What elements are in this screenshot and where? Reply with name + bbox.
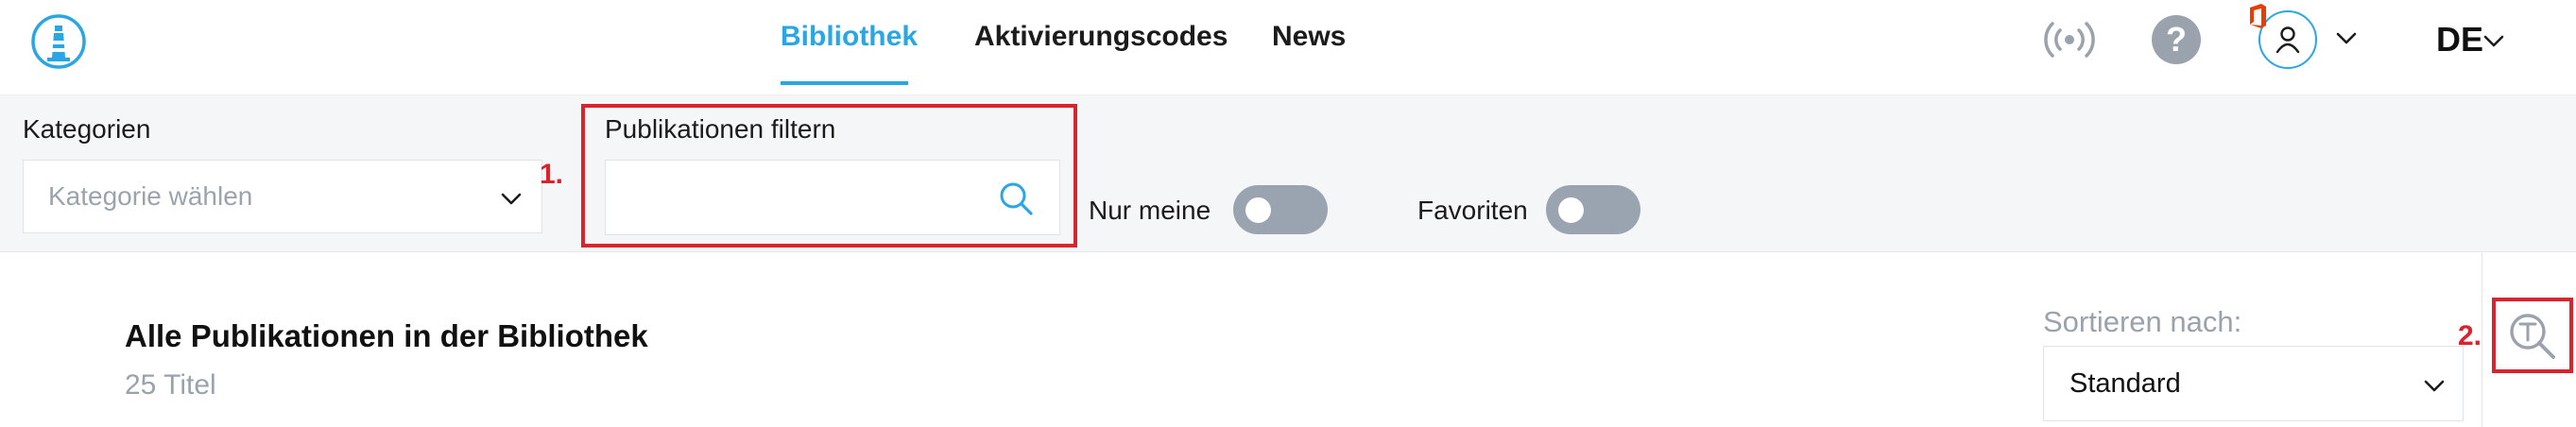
help-icon[interactable]: ? <box>2152 15 2201 64</box>
annotation-marker-1: 1. <box>540 159 564 190</box>
broadcast-icon[interactable] <box>2043 17 2096 62</box>
top-navigation-bar: Bibliothek Aktivierungscodes News ? DE <box>0 0 2576 87</box>
category-select[interactable]: Kategorie wählen <box>23 160 542 233</box>
page-title: Alle Publikationen in der Bibliothek <box>125 318 648 353</box>
favorites-label: Favoriten <box>1417 196 1528 225</box>
annotation-marker-2: 2. <box>2458 320 2482 351</box>
publication-filter-input[interactable] <box>605 160 1060 235</box>
office-icon <box>2250 4 2266 28</box>
sort-label: Sortieren nach: <box>2043 305 2242 338</box>
user-icon <box>2275 26 2300 54</box>
active-nav-underline <box>781 81 908 85</box>
nav-item-news[interactable]: News <box>1272 21 1346 53</box>
chevron-down-icon[interactable] <box>2482 32 2505 49</box>
sort-value: Standard <box>2069 368 2181 399</box>
favorites-toggle[interactable] <box>1546 185 1640 234</box>
search-icon[interactable] <box>997 179 1035 217</box>
text-search-icon[interactable] <box>2505 309 2560 364</box>
annotation-highlight-text-search <box>2492 298 2573 373</box>
category-label: Kategorien <box>23 114 151 144</box>
nav-item-aktivierungscodes[interactable]: Aktivierungscodes <box>974 21 1228 53</box>
chevron-down-icon <box>2424 380 2445 392</box>
language-selector[interactable]: DE <box>2436 20 2483 60</box>
publication-filter-label: Publikationen filtern <box>605 114 836 144</box>
title-count: 25 Titel <box>125 369 216 401</box>
chevron-down-icon[interactable] <box>2334 28 2359 47</box>
chevron-down-icon <box>501 193 522 205</box>
lighthouse-logo-icon[interactable] <box>30 13 87 70</box>
nav-item-bibliothek[interactable]: Bibliothek <box>781 21 918 53</box>
only-mine-toggle[interactable] <box>1233 185 1328 234</box>
only-mine-label: Nur meine <box>1089 196 1211 225</box>
category-placeholder: Kategorie wählen <box>48 181 253 211</box>
